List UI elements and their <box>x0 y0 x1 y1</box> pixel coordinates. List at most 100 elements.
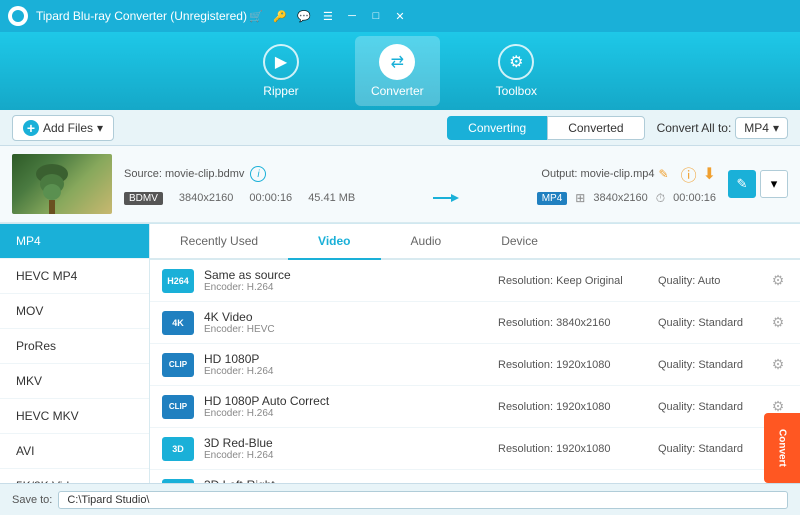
convert-button[interactable]: Convert <box>764 413 800 483</box>
menu-icon[interactable]: ☰ <box>319 7 337 25</box>
sidebar-item-mp4[interactable]: MP4 <box>0 224 149 259</box>
format-item-hd1080p-auto[interactable]: CLIP HD 1080P Auto Correct Encoder: H.26… <box>150 386 800 428</box>
convert-all-format: MP4 <box>744 121 769 135</box>
thumbnail-image <box>32 164 72 214</box>
input-resolution: 3840x2160 <box>179 192 233 204</box>
format-icon-4k: 4K <box>162 311 194 335</box>
format-info-hd1080p-auto: HD 1080P Auto Correct Encoder: H.264 <box>204 394 498 419</box>
close-icon[interactable]: ✕ <box>391 7 409 25</box>
nav-label-converter: Converter <box>371 84 424 98</box>
output-format-badge: MP4 <box>537 192 568 205</box>
toolbar: + Add Files ▾ Converting Converted Conve… <box>0 110 800 146</box>
convert-all-chevron: ▾ <box>773 121 779 135</box>
nav-item-toolbox[interactable]: ⚙ Toolbox <box>480 36 553 106</box>
title-bar-controls: 🛒 🔑 💬 ☰ ─ □ ✕ <box>247 7 409 25</box>
sidebar-item-5k8k[interactable]: 5K/8K Video <box>0 469 149 483</box>
save-path[interactable]: C:\Tipard Studio\ <box>58 491 788 509</box>
cart-icon[interactable]: 🛒 <box>247 7 265 25</box>
file-meta: BDMV 3840x2160 00:00:16 45.41 MB MP4 ⊞ 3… <box>124 190 716 206</box>
input-size: 45.41 MB <box>308 192 355 204</box>
nav-item-converter[interactable]: ⇄ Converter <box>355 36 440 106</box>
format-main: Recently Used Video Audio Device H264 Sa… <box>150 224 800 483</box>
format-sidebar: MP4 HEVC MP4 MOV ProRes MKV HEVC MKV AVI… <box>0 224 150 483</box>
file-item: Source: movie-clip.bdmv i Output: movie-… <box>0 146 800 223</box>
gear-icon-same-as-source[interactable]: ⚙ <box>768 271 788 291</box>
minimize-icon[interactable]: ─ <box>343 7 361 25</box>
gear-icon-4k[interactable]: ⚙ <box>768 313 788 333</box>
input-duration: 00:00:16 <box>249 192 292 204</box>
add-files-button[interactable]: + Add Files ▾ <box>12 115 114 141</box>
app-logo <box>8 6 28 26</box>
nav-item-ripper[interactable]: ▶ Ripper <box>247 36 315 106</box>
converter-icon: ⇄ <box>379 44 415 80</box>
convert-all-label: Convert All to: <box>657 121 732 135</box>
format-icon-3d-red-blue: 3D <box>162 437 194 461</box>
format-badge: BDMV <box>124 192 163 205</box>
output-duration: 00:00:16 <box>673 192 716 204</box>
tab-converted[interactable]: Converted <box>547 116 644 140</box>
maximize-icon[interactable]: □ <box>367 7 385 25</box>
sidebar-item-hevc-mp4[interactable]: HEVC MP4 <box>0 259 149 294</box>
output-resolution: 3840x2160 <box>593 192 647 204</box>
tab-recently-used[interactable]: Recently Used <box>150 224 288 260</box>
convert-all-section: Convert All to: MP4 ▾ <box>657 117 788 139</box>
output-resolution-icon: ⊞ <box>575 191 585 205</box>
format-list: H264 Same as source Encoder: H.264 Resol… <box>150 260 800 483</box>
sidebar-item-mkv[interactable]: MKV <box>0 364 149 399</box>
toolbar-tabs: Converting Converted <box>447 116 644 140</box>
save-to-label: Save to: <box>12 494 52 506</box>
nav-label-ripper: Ripper <box>263 84 298 98</box>
output-label: Output: movie-clip.mp4 <box>541 168 654 180</box>
tab-video[interactable]: Video <box>288 224 380 260</box>
format-item-same-as-source[interactable]: H264 Same as source Encoder: H.264 Resol… <box>150 260 800 302</box>
file-actions: ✎ ▾ <box>728 170 788 198</box>
format-info-3d-left-right: 3D Left-Right Encoder: H.264 <box>204 478 498 483</box>
format-icon-hd1080p-auto: CLIP <box>162 395 194 419</box>
tab-device[interactable]: Device <box>471 224 568 260</box>
format-icon-hd1080p: CLIP <box>162 353 194 377</box>
tab-converting[interactable]: Converting <box>447 116 547 140</box>
source-label: Source: movie-clip.bdmv <box>124 168 244 180</box>
format-tabs: Recently Used Video Audio Device <box>150 224 800 260</box>
format-info-hd1080p: HD 1080P Encoder: H.264 <box>204 352 498 377</box>
ripper-icon: ▶ <box>263 44 299 80</box>
title-bar: Tipard Blu-ray Converter (Unregistered) … <box>0 0 800 32</box>
toolbox-icon: ⚙ <box>498 44 534 80</box>
download-icon[interactable]: ⬇ <box>703 164 716 184</box>
warning-icon[interactable]: ⓘ <box>681 162 697 186</box>
key-icon[interactable]: 🔑 <box>271 7 289 25</box>
sidebar-item-hevc-mkv[interactable]: HEVC MKV <box>0 399 149 434</box>
format-info-3d-red-blue: 3D Red-Blue Encoder: H.264 <box>204 436 498 461</box>
format-icon-3d-left-right: 3D <box>162 479 194 484</box>
edit-button[interactable]: ✎ <box>728 170 756 198</box>
convert-arrow <box>431 190 461 206</box>
source-info-icon[interactable]: i <box>250 166 266 182</box>
logo-inner <box>12 10 24 22</box>
app-title: Tipard Blu-ray Converter (Unregistered) <box>36 9 247 23</box>
format-item-4k[interactable]: 4K 4K Video Encoder: HEVC Resolution: 38… <box>150 302 800 344</box>
format-item-3d-left-right[interactable]: 3D 3D Left-Right Encoder: H.264 Resoluti… <box>150 470 800 483</box>
sidebar-item-mov[interactable]: MOV <box>0 294 149 329</box>
sidebar-item-prores[interactable]: ProRes <box>0 329 149 364</box>
chat-icon[interactable]: 💬 <box>295 7 313 25</box>
save-bar: Save to: C:\Tipard Studio\ <box>0 483 800 515</box>
add-files-label: Add Files <box>43 121 93 135</box>
output-edit-icon[interactable]: ✎ <box>659 167 669 181</box>
nav-bar: ▶ Ripper ⇄ Converter ⚙ Toolbox <box>0 32 800 110</box>
format-info-4k: 4K Video Encoder: HEVC <box>204 310 498 335</box>
file-info: Source: movie-clip.bdmv i Output: movie-… <box>124 162 716 206</box>
gear-icon-hd1080p[interactable]: ⚙ <box>768 355 788 375</box>
add-files-dropdown-icon: ▾ <box>97 121 103 135</box>
format-info-same-as-source: Same as source Encoder: H.264 <box>204 268 498 293</box>
format-item-hd1080p[interactable]: CLIP HD 1080P Encoder: H.264 Resolution:… <box>150 344 800 386</box>
file-thumbnail <box>12 154 112 214</box>
tab-audio[interactable]: Audio <box>381 224 472 260</box>
nav-label-toolbox: Toolbox <box>496 84 537 98</box>
format-item-3d-red-blue[interactable]: 3D 3D Red-Blue Encoder: H.264 Resolution… <box>150 428 800 470</box>
convert-all-dropdown[interactable]: MP4 ▾ <box>735 117 788 139</box>
sidebar-item-avi[interactable]: AVI <box>0 434 149 469</box>
more-options-button[interactable]: ▾ <box>760 170 788 198</box>
format-icon-same-as-source: H264 <box>162 269 194 293</box>
output-clock-icon: ⏱ <box>656 191 665 206</box>
add-files-plus-icon: + <box>23 120 39 136</box>
